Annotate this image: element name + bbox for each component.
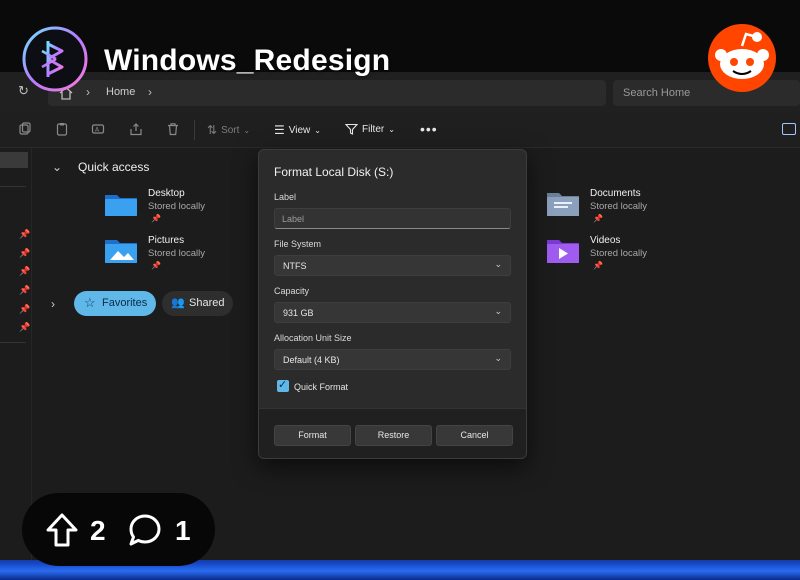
favorites-filter-button[interactable]: ☆ Favorites xyxy=(74,291,156,316)
item-status: Stored locally xyxy=(148,201,206,212)
details-pane-icon[interactable] xyxy=(782,123,796,135)
filter-label: Filter xyxy=(362,123,385,135)
shared-filter-button[interactable]: 👥 Shared xyxy=(162,291,233,316)
upvote-icon[interactable] xyxy=(46,513,78,547)
more-options-icon[interactable]: ••• xyxy=(420,121,438,137)
pin-icon: 📌 xyxy=(19,248,31,258)
upvote-count: 2 xyxy=(90,515,106,546)
breadcrumb-chevron-icon[interactable]: › xyxy=(148,85,152,99)
delete-icon[interactable] xyxy=(166,122,180,136)
file-system-value: NTFS xyxy=(283,261,307,271)
nav-item-selected[interactable] xyxy=(0,152,28,168)
subreddit-logo-icon xyxy=(22,26,88,92)
pin-icon: 📌 xyxy=(593,214,603,223)
shared-label: Shared xyxy=(189,297,225,309)
dialog-footer: Format Restore Cancel xyxy=(259,408,526,458)
file-explorer-window: ↻ › Home › Search Home A ⇅ Sort ⌄ ☰ View… xyxy=(0,72,800,560)
format-disk-dialog: Format Local Disk (S:) Label Label File … xyxy=(258,149,527,459)
chevron-down-icon: ⌄ xyxy=(494,353,502,363)
volume-label-input[interactable]: Label xyxy=(274,208,511,229)
volume-label-placeholder: Label xyxy=(282,214,305,224)
item-name: Documents xyxy=(590,188,641,199)
pin-icon: 📌 xyxy=(151,214,161,223)
sort-icon: ⇅ xyxy=(207,123,218,137)
item-status: Stored locally xyxy=(148,248,206,259)
star-icon: ☆ xyxy=(84,295,96,310)
pictures-folder-icon xyxy=(105,240,137,263)
allocation-unit-select[interactable]: Default (4 KB) ⌄ xyxy=(274,349,511,370)
post-stats-bar: 2 1 xyxy=(22,493,215,566)
pin-icon: 📌 xyxy=(19,285,31,295)
item-name: Pictures xyxy=(148,235,185,246)
item-name: Videos xyxy=(590,235,621,246)
reddit-logo-icon xyxy=(708,24,776,92)
item-name: Desktop xyxy=(148,188,185,199)
label-field-label: Label xyxy=(274,192,297,202)
pin-icon: 📌 xyxy=(19,266,31,276)
quick-access-item-documents[interactable]: Documents Stored locally 📌 xyxy=(546,188,736,228)
file-system-label: File System xyxy=(274,239,322,249)
quick-access-header[interactable]: Quick access xyxy=(78,160,149,174)
comment-icon[interactable] xyxy=(128,513,162,547)
quick-format-label[interactable]: Quick Format xyxy=(294,382,348,392)
file-system-select[interactable]: NTFS ⌄ xyxy=(274,255,511,276)
chevron-down-icon: ⌄ xyxy=(388,124,395,134)
breadcrumb-home[interactable]: Home xyxy=(106,86,135,98)
favorites-label: Favorites xyxy=(102,297,148,309)
chevron-down-icon: ⌄ xyxy=(243,125,251,135)
navigation-pane: 📌 📌 📌 📌 📌 📌 xyxy=(0,148,32,560)
share-icon[interactable] xyxy=(129,122,143,136)
chevron-down-icon: ⌄ xyxy=(314,125,321,135)
command-bar: A ⇅ Sort ⌄ ☰ View ⌄ Filter ⌄ ••• xyxy=(0,112,800,148)
capacity-select[interactable]: 931 GB ⌄ xyxy=(274,302,511,323)
quick-format-checkbox[interactable]: ✓ xyxy=(277,379,289,392)
chevron-down-icon: ⌄ xyxy=(494,306,502,316)
cancel-button[interactable]: Cancel xyxy=(436,425,513,446)
filter-button[interactable]: Filter ⌄ xyxy=(345,123,395,135)
rename-icon[interactable]: A xyxy=(91,122,105,136)
address-bar[interactable]: › Home › xyxy=(48,80,606,106)
view-button[interactable]: ☰ View ⌄ xyxy=(274,123,321,137)
people-icon: 👥 xyxy=(171,297,185,309)
checkmark-icon: ✓ xyxy=(278,379,288,391)
quick-access-item-videos[interactable]: Videos Stored locally 📌 xyxy=(546,235,736,275)
subreddit-title: Windows_Redesign xyxy=(104,44,391,77)
pin-icon: 📌 xyxy=(19,304,31,314)
allocation-unit-value: Default (4 KB) xyxy=(283,355,340,365)
item-status: Stored locally xyxy=(590,201,648,212)
capacity-value: 931 GB xyxy=(283,308,314,318)
address-bar-row: ↻ › Home › Search Home xyxy=(0,72,800,112)
pin-icon: 📌 xyxy=(19,229,31,239)
chevron-right-icon[interactable]: › xyxy=(51,297,55,311)
allocation-unit-label: Allocation Unit Size xyxy=(274,333,352,343)
pin-icon: 📌 xyxy=(593,261,603,270)
search-placeholder: Search Home xyxy=(623,87,691,99)
sort-label: Sort xyxy=(221,124,240,136)
view-icon: ☰ xyxy=(274,123,285,137)
capacity-label: Capacity xyxy=(274,286,310,296)
restore-button[interactable]: Restore xyxy=(355,425,432,446)
item-status: Stored locally xyxy=(590,248,648,259)
toolbar-divider xyxy=(194,120,195,140)
videos-folder-icon xyxy=(547,240,579,263)
filter-icon xyxy=(345,123,358,135)
chevron-down-icon: ⌄ xyxy=(494,259,502,269)
pin-icon: 📌 xyxy=(19,322,31,332)
cut-icon[interactable] xyxy=(18,122,32,136)
comment-count: 1 xyxy=(175,515,191,546)
nav-divider xyxy=(0,342,26,343)
sort-button[interactable]: ⇅ Sort ⌄ xyxy=(207,123,250,137)
pin-icon: 📌 xyxy=(151,261,161,270)
view-label: View xyxy=(288,124,311,136)
paste-icon[interactable] xyxy=(55,122,69,136)
documents-folder-icon xyxy=(547,193,579,216)
dialog-title: Format Local Disk (S:) xyxy=(274,165,394,179)
desktop-folder-icon xyxy=(105,195,137,216)
chevron-down-icon[interactable]: ⌄ xyxy=(52,160,62,174)
nav-divider xyxy=(0,186,26,187)
format-button[interactable]: Format xyxy=(274,425,351,446)
